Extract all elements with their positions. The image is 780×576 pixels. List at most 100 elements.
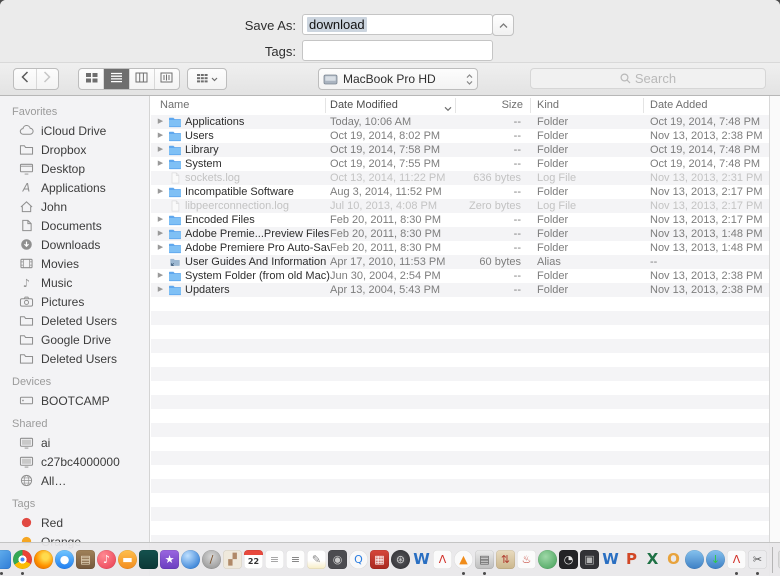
dock-icon-acrobat-2[interactable]: Λ: [727, 550, 746, 569]
sidebar-item-movies[interactable]: Movies: [0, 254, 149, 273]
sidebar-item-documents[interactable]: Documents: [0, 216, 149, 235]
dock-icon-outlook[interactable]: O: [664, 550, 683, 569]
disclosure-triangle-icon[interactable]: ▶: [156, 283, 165, 297]
dock-icon-installer-box[interactable]: ⇅: [496, 550, 515, 569]
dock-icon-collage[interactable]: ▞: [223, 550, 242, 569]
file-row-updaters[interactable]: ▶UpdatersApr 13, 2004, 5:43 PM--FolderNo…: [151, 283, 770, 297]
dock-icon-finder[interactable]: [0, 550, 11, 569]
file-row-applications[interactable]: ▶ApplicationsToday, 10:06 AM--FolderOct …: [151, 115, 770, 129]
dock-icon-itunes[interactable]: ♪: [97, 550, 116, 569]
file-row-libpeerconnection-log[interactable]: libpeerconnection.logJul 10, 2013, 4:08 …: [151, 199, 770, 213]
sidebar-item-applications[interactable]: AApplications: [0, 178, 149, 197]
file-row-user-guides-and-information[interactable]: User Guides And InformationApr 17, 2010,…: [151, 255, 770, 269]
dock-icon-timer[interactable]: ◔: [559, 550, 578, 569]
dock-icon-chef[interactable]: ♨: [517, 550, 536, 569]
sidebar-item-ai[interactable]: ai: [0, 433, 149, 452]
dock-icon-globe-app[interactable]: [181, 550, 200, 569]
dock-icon-firefox[interactable]: [34, 550, 53, 569]
dock-icon-printer[interactable]: ▤: [475, 550, 494, 569]
dock-icon-notes-book[interactable]: ▤: [76, 550, 95, 569]
dock-icon-contacts-green[interactable]: [538, 550, 557, 569]
dock-icon-chrome[interactable]: [13, 550, 32, 569]
sidebar-item-downloads[interactable]: Downloads: [0, 235, 149, 254]
sidebar-item-music[interactable]: ♪Music: [0, 273, 149, 292]
kind-cell: Folder: [523, 158, 636, 170]
file-row-encoded-files[interactable]: ▶Encoded FilesFeb 20, 2011, 8:30 PM--Fol…: [151, 213, 770, 227]
dock-icon-ibooks[interactable]: ▬: [118, 550, 137, 569]
dock-icon-camera-app[interactable]: ▣: [580, 550, 599, 569]
dock-icon-reminders[interactable]: ≡: [286, 550, 305, 569]
disclosure-triangle-icon[interactable]: ▶: [156, 129, 165, 143]
sidebar-item-deleted-users[interactable]: Deleted Users: [0, 349, 149, 368]
dock-icon-user-download[interactable]: ↓: [706, 550, 725, 569]
dock-icon-excel[interactable]: X: [643, 550, 662, 569]
column-divider: [455, 98, 456, 113]
tags-input[interactable]: [302, 40, 493, 61]
dock-icon-messages[interactable]: ●: [55, 550, 74, 569]
column-header-kind[interactable]: Kind: [537, 99, 559, 111]
dock-icon-photos-palm[interactable]: [139, 550, 158, 569]
file-row-sockets-log[interactable]: sockets.logOct 13, 2014, 11:22 PM636 byt…: [151, 171, 770, 185]
list-view-button[interactable]: [103, 69, 128, 89]
scrollbar-track[interactable]: [769, 96, 780, 576]
dock-icon-ember-star[interactable]: ★: [160, 550, 179, 569]
disclosure-triangle-icon[interactable]: ▶: [156, 269, 165, 283]
expand-sheet-button[interactable]: [492, 14, 514, 36]
size-cell: Zero bytes: [455, 200, 523, 212]
dock-icon-grab-scissors[interactable]: ✂: [748, 550, 767, 569]
sidebar-item-google-drive[interactable]: Google Drive: [0, 330, 149, 349]
file-row-users[interactable]: ▶UsersOct 19, 2014, 8:02 PM--FolderNov 1…: [151, 129, 770, 143]
forward-button[interactable]: [36, 69, 59, 89]
sidebar-item-all[interactable]: All…: [0, 471, 149, 490]
dock-icon-textedit[interactable]: ✎: [307, 550, 326, 569]
icon-view-button[interactable]: [79, 69, 103, 89]
dock-icon-acrobat[interactable]: Λ: [433, 550, 452, 569]
volume-select[interactable]: MacBook Pro HD: [318, 68, 478, 90]
file-row-library[interactable]: ▶LibraryOct 19, 2014, 7:58 PM--FolderOct…: [151, 143, 770, 157]
dock-icon-quicktime[interactable]: Q: [349, 550, 368, 569]
disclosure-triangle-icon[interactable]: ▶: [156, 227, 165, 241]
column-header-date-added[interactable]: Date Added: [650, 99, 708, 111]
dock-icon-adobe-grid[interactable]: ▦: [370, 550, 389, 569]
column-view-button[interactable]: [129, 69, 154, 89]
dock-icon-contacts-blue[interactable]: [685, 550, 704, 569]
back-button[interactable]: [14, 69, 36, 89]
dock-icon-garageband[interactable]: /: [202, 550, 221, 569]
dock-icon-word-2011[interactable]: W: [412, 550, 431, 569]
coverflow-view-button[interactable]: [154, 69, 179, 89]
column-header-size[interactable]: Size: [455, 99, 523, 111]
sidebar-item-desktop[interactable]: Desktop: [0, 159, 149, 178]
sidebar-item-pictures[interactable]: Pictures: [0, 292, 149, 311]
file-row-system[interactable]: ▶SystemOct 19, 2014, 7:55 PM--FolderOct …: [151, 157, 770, 171]
sidebar-item-icloud-drive[interactable]: iCloud Drive: [0, 121, 149, 140]
disclosure-triangle-icon[interactable]: ▶: [156, 185, 165, 199]
file-row-incompatible-software[interactable]: ▶Incompatible SoftwareAug 3, 2014, 11:52…: [151, 185, 770, 199]
file-row-system-folder-from-old-mac[interactable]: ▶System Folder (from old Mac)Jun 30, 200…: [151, 269, 770, 283]
dock-icon-displays-pref[interactable]: ◉: [328, 550, 347, 569]
sidebar-item-bootcamp[interactable]: BOOTCAMP: [0, 391, 149, 410]
dock-icon-word[interactable]: W: [601, 550, 620, 569]
column-header-name[interactable]: Name: [160, 99, 189, 111]
dock-icon-cone[interactable]: ▲: [454, 550, 473, 569]
search-input[interactable]: Search: [530, 68, 766, 89]
disclosure-triangle-icon[interactable]: ▶: [156, 157, 165, 171]
dock-icon-powerpoint[interactable]: P: [622, 550, 641, 569]
file-row-adobe-premie-preview-files[interactable]: ▶Adobe Premie...Preview FilesFeb 20, 201…: [151, 227, 770, 241]
dock-icon-document[interactable]: ≡: [265, 550, 284, 569]
sidebar-section-title: Favorites: [12, 106, 149, 118]
sidebar-item-red[interactable]: Red: [0, 513, 149, 532]
sidebar-item-john[interactable]: John: [0, 197, 149, 216]
dock-icon-steering-wheel[interactable]: ⊛: [391, 550, 410, 569]
sidebar-item-dropbox[interactable]: Dropbox: [0, 140, 149, 159]
disclosure-triangle-icon[interactable]: ▶: [156, 241, 165, 255]
column-header-date-modified[interactable]: Date Modified: [330, 99, 398, 111]
filename-input[interactable]: download: [302, 14, 493, 35]
dock-icon-calendar[interactable]: 22: [244, 550, 263, 569]
disclosure-triangle-icon[interactable]: ▶: [156, 115, 165, 129]
disclosure-triangle-icon[interactable]: ▶: [156, 143, 165, 157]
sidebar-item-c27bc4000000[interactable]: c27bc4000000: [0, 452, 149, 471]
file-row-adobe-premiere-pro-auto-save[interactable]: ▶Adobe Premiere Pro Auto-SaveFeb 20, 201…: [151, 241, 770, 255]
sidebar-item-deleted-users[interactable]: Deleted Users: [0, 311, 149, 330]
arrange-menu-button[interactable]: [187, 68, 227, 90]
disclosure-triangle-icon[interactable]: ▶: [156, 213, 165, 227]
